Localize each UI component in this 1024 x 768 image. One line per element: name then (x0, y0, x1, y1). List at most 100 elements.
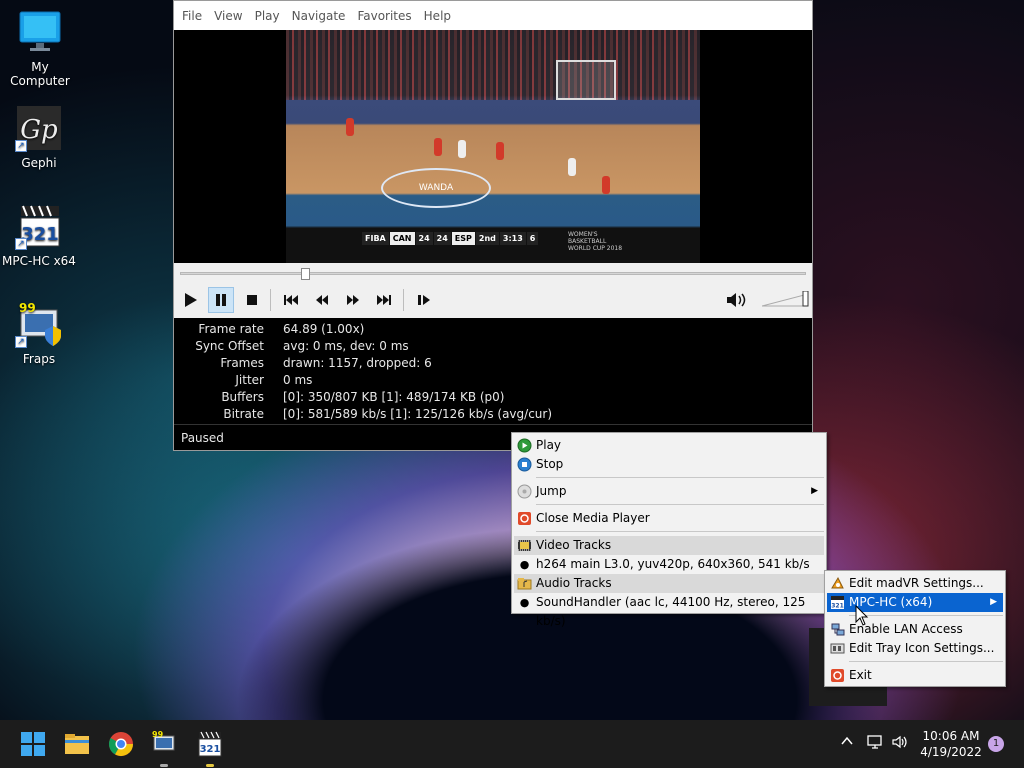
menu-bar: File View Play Navigate Favorites Help (174, 1, 812, 30)
pause-icon (216, 294, 226, 306)
mpc-hc-icon: 321 ↗ (15, 202, 63, 250)
film-icon (517, 538, 532, 553)
tray-settings-icon (830, 641, 845, 656)
tray-context-menu: Edit madVR Settings... 321 MPC-HC (x64) … (824, 570, 1006, 687)
show-hidden-icons-chevron-icon[interactable] (840, 734, 854, 752)
volume-slider[interactable] (762, 291, 810, 307)
video-player-figure (496, 142, 504, 160)
desktop-icon-gephi[interactable]: Gp ↗ Gephi (0, 104, 79, 170)
stat-row-frames: Frames drawn: 1157, dropped: 6 (174, 356, 812, 373)
taskbar-fraps[interactable]: 99 (150, 730, 178, 758)
mpc-hc-window[interactable]: File View Play Navigate Favorites Help W… (173, 0, 813, 451)
menu-item-edit-madvr-settings[interactable]: Edit madVR Settings... (827, 574, 1003, 593)
shortcut-arrow-icon: ↗ (15, 336, 27, 348)
fast-forward-icon (347, 295, 359, 305)
menu-play[interactable]: Play (249, 9, 286, 23)
taskbar-chrome[interactable] (107, 730, 135, 758)
play-circle-icon (517, 438, 532, 453)
start-button[interactable] (19, 730, 47, 758)
seek-bar[interactable] (180, 272, 806, 275)
video-area[interactable]: WANDA FIBA CAN 24 24 ESP 2nd 3:13 6 WOME… (174, 30, 812, 263)
menu-item-exit[interactable]: Exit (827, 666, 1003, 685)
stat-row-buffers: Buffers [0]: 350/807 KB [1]: 489/174 KB … (174, 390, 812, 407)
submenu-arrow-icon: ▶ (990, 597, 997, 607)
svg-text:99: 99 (19, 301, 36, 315)
video-frame: WANDA FIBA CAN 24 24 ESP 2nd 3:13 6 WOME… (286, 30, 700, 263)
scoreboard-period: 2nd (475, 232, 499, 245)
seek-thumb[interactable] (301, 268, 311, 280)
rewind-button[interactable] (309, 287, 335, 313)
menu-item-label: h264 main L3.0, yuv420p, 640x360, 541 kb… (536, 557, 810, 571)
play-button[interactable] (177, 287, 203, 313)
desktop-icon-label: My Computer (10, 60, 70, 88)
menu-item-audio-tracks: Audio Tracks (514, 574, 824, 593)
taskbar-file-explorer[interactable] (63, 730, 91, 758)
menu-item-label: Close Media Player (536, 511, 650, 525)
toolbar-separator (270, 289, 271, 311)
svg-text:99: 99 (152, 730, 164, 739)
chrome-icon (108, 732, 133, 757)
video-crowd (286, 30, 700, 100)
scoreboard-team-home: CAN (389, 232, 415, 245)
frame-step-button[interactable] (411, 287, 437, 313)
menu-item-play[interactable]: Play (514, 436, 824, 455)
video-event-text: WOMEN'S BASKETBALL WORLD CUP 2018 (568, 231, 623, 252)
menu-item-stop[interactable]: Stop (514, 455, 824, 474)
video-player-figure (458, 140, 466, 158)
volume-icon[interactable] (891, 734, 909, 754)
menu-item-label: Audio Tracks (536, 576, 612, 590)
stop-button[interactable] (239, 287, 265, 313)
menu-item-label: Edit Tray Icon Settings... (849, 641, 995, 655)
stat-label: Buffers (221, 390, 264, 404)
stat-value: [0]: 350/807 KB [1]: 489/174 KB (p0) (283, 390, 505, 404)
stop-icon (247, 295, 257, 305)
menu-item-edit-tray-icon-settings[interactable]: Edit Tray Icon Settings... (827, 639, 1003, 658)
mpc-hc-icon: 321 (198, 731, 222, 757)
taskbar-mpc-hc[interactable]: 321 (196, 730, 224, 758)
scoreboard-shot-clock: 6 (526, 232, 539, 245)
menu-item-audio-track-1[interactable]: ● SoundHandler (aac lc, 44100 Hz, stereo… (514, 593, 824, 628)
stat-row-jitter: Jitter 0 ms (174, 373, 812, 390)
network-icon[interactable] (866, 734, 884, 754)
stat-value: [0]: 581/589 kb/s [1]: 125/126 kb/s (avg… (283, 407, 553, 421)
menu-file[interactable]: File (176, 9, 208, 23)
previous-button[interactable] (278, 287, 304, 313)
player-context-menu: Play Stop Jump ▶ Close Media Player Vide… (511, 432, 827, 628)
skip-previous-icon (284, 295, 298, 305)
stat-label: Frames (220, 356, 264, 370)
desktop-icon-mpc-hc[interactable]: 321 ↗ MPC-HC x64 (0, 202, 79, 268)
pause-button[interactable] (208, 287, 234, 313)
video-backboard (556, 60, 616, 100)
skip-next-icon (377, 295, 391, 305)
menu-navigate[interactable]: Navigate (286, 9, 352, 23)
desktop-icon-fraps[interactable]: 99 ↗ Fraps (0, 300, 79, 366)
menu-item-close-media-player[interactable]: Close Media Player (514, 509, 824, 528)
scoreboard-score-home: 24 (415, 232, 433, 245)
fast-forward-button[interactable] (340, 287, 366, 313)
next-button[interactable] (371, 287, 397, 313)
menu-help[interactable]: Help (418, 9, 457, 23)
taskbar-clock[interactable]: 10:06 AM 4/19/2022 (916, 728, 986, 760)
menu-favorites[interactable]: Favorites (351, 9, 417, 23)
desktop-icon-my-computer[interactable]: My Computer (0, 8, 80, 88)
menu-item-mpc-hc[interactable]: 321 MPC-HC (x64) ▶ (827, 593, 1003, 612)
notification-badge[interactable]: 1 (988, 736, 1004, 752)
svg-text:321: 321 (831, 603, 844, 610)
mute-button[interactable] (723, 287, 749, 313)
clock-date: 4/19/2022 (920, 745, 982, 759)
menu-item-label: Edit madVR Settings... (849, 576, 984, 590)
menu-item-label: Video Tracks (536, 538, 612, 552)
video-court-logo: WANDA (381, 168, 491, 208)
video-player-figure (434, 138, 442, 156)
menu-item-enable-lan-access[interactable]: Enable LAN Access (827, 620, 1003, 639)
menu-item-video-track-1[interactable]: ● h264 main L3.0, yuv420p, 640x360, 541 … (514, 555, 824, 574)
menu-view[interactable]: View (208, 9, 248, 23)
shortcut-arrow-icon: ↗ (15, 140, 27, 152)
menu-item-video-tracks: Video Tracks (514, 536, 824, 555)
menu-item-label: Stop (536, 457, 564, 471)
menu-item-jump[interactable]: Jump ▶ (514, 482, 824, 501)
clock-time: 10:06 AM (922, 729, 980, 743)
stat-label: Sync Offset (195, 339, 264, 353)
video-player-figure (602, 176, 610, 194)
desktop-icon-label: MPC-HC x64 (2, 254, 76, 268)
